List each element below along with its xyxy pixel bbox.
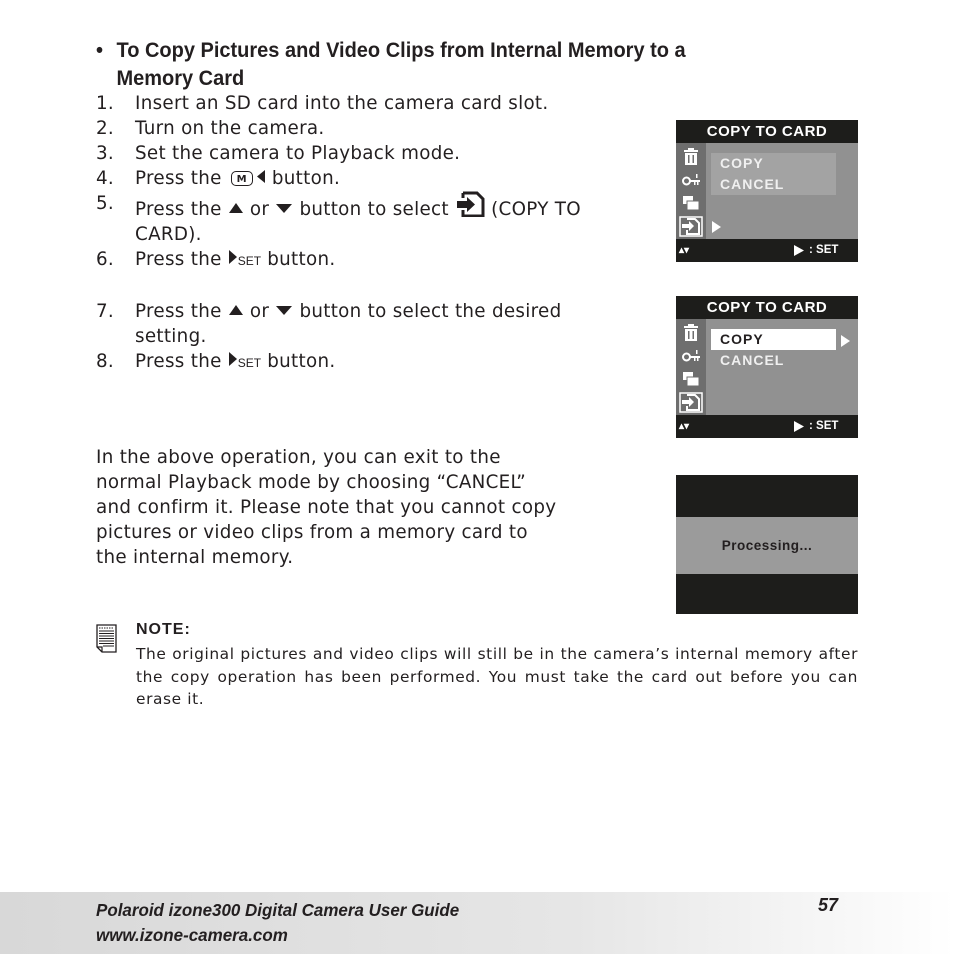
section-heading: • To Copy Pictures and Video Clips from I… [96,36,686,92]
menu-item-cancel[interactable]: CANCEL [711,174,836,195]
step-item: 4. Press the M button. [96,168,341,189]
steps-list: 1. Insert an SD card into the camera card… [96,91,581,376]
down-arrow-icon [276,204,293,213]
step-item: 2. Turn on the camera. [96,118,325,139]
up-down-icon: ▴▾ [679,421,690,432]
up-arrow-icon [228,305,243,315]
set-hint: : SET [809,420,839,432]
processing-screen: Processing... [676,475,858,614]
screen-title: COPY TO CARD [676,120,858,143]
step-item: 8. Press the SET button. [96,351,336,372]
step-item: 6. Press the SET button. [96,249,336,270]
screen-menu: COPY CANCEL [711,329,836,371]
note-icon [96,624,117,653]
screen-footer: ▴▾ : SET [676,239,858,262]
processing-text: Processing... [721,538,813,553]
set-label: SET [237,356,262,370]
right-arrow-icon [228,250,237,264]
menu-button-icon: M [230,171,253,186]
step-item-continuation: CARD). [135,224,202,245]
copy-to-card-icon [679,392,703,413]
note-title: NOTE: [136,621,191,638]
menu-item-copy-selected[interactable]: COPY [711,329,836,350]
right-arrow-icon [794,421,804,432]
step-item: 1. Insert an SD card into the camera card… [96,93,549,114]
step-item: 7. Press the or button to select the desi… [96,301,562,322]
screen-sidebar [676,143,706,239]
heading-line-2: Memory Card [116,66,245,90]
info-paragraph: In the above operation, you can exit to … [96,447,557,568]
copy-to-card-icon [456,191,485,217]
screen-sidebar [676,319,706,415]
note-text: The original pictures and video clips wi… [136,645,858,708]
copy-pictures-icon [683,196,700,211]
camera-screen-2: COPY TO CARD COPY CANCEL ▴▾ : SET [676,296,858,438]
trash-icon [684,324,698,341]
menu-item-copy[interactable]: COPY [711,153,836,174]
footer-text: Polaroid izone300 Digital Camera User Gu… [96,898,459,948]
right-arrow-icon [794,245,804,256]
left-arrow-icon [256,170,265,183]
screen-footer: ▴▾ : SET [676,415,858,438]
protect-key-icon [682,350,700,362]
copy-pictures-icon [683,372,700,387]
camera-screen-1: COPY TO CARD COPY CANCEL ▴▾ : SET [676,120,858,262]
set-label: SET [237,254,262,268]
pointer-arrow-icon [712,221,721,233]
up-arrow-icon [228,203,243,213]
guide-title: Polaroid izone300 Digital Camera User Gu… [96,900,460,920]
heading-bullet: • [96,38,104,62]
page-number: 57 [818,895,839,915]
right-arrow-icon [228,352,237,366]
menu-item-cancel[interactable]: CANCEL [711,350,836,371]
step-item: 3. Set the camera to Playback mode. [96,143,461,164]
copy-to-card-icon [679,216,703,237]
submenu-arrow-icon [841,335,850,347]
up-down-icon: ▴▾ [679,245,690,256]
screen-menu: COPY CANCEL [711,153,836,195]
set-hint: : SET [809,244,839,256]
step-item-continuation: setting. [135,326,207,347]
protect-key-icon [682,174,700,186]
screen-title: COPY TO CARD [676,296,858,319]
down-arrow-icon [276,306,293,315]
step-item: 5. Press the or button to select (COPY TO [96,191,581,220]
trash-icon [684,148,698,165]
website-link[interactable]: www.izone-camera.com [96,923,459,948]
heading-line-1: To Copy Pictures and Video Clips from In… [116,38,686,62]
